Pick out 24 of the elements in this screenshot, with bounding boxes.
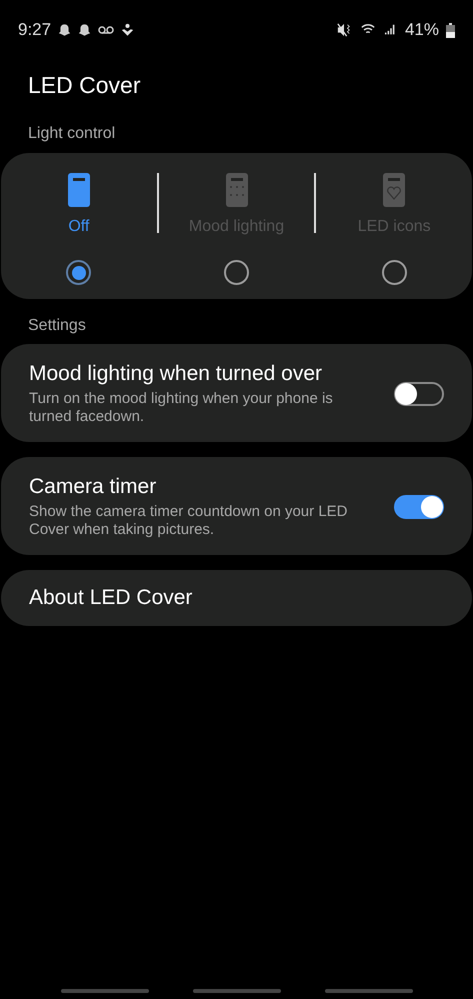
radio-button[interactable]: [382, 260, 407, 285]
ghost-icon: [78, 23, 92, 37]
toggle-switch[interactable]: [394, 495, 444, 519]
voicemail-icon: [98, 25, 114, 35]
clock-time: 9:27: [18, 20, 52, 40]
toggle-switch[interactable]: [394, 382, 444, 406]
setting-title: Mood lighting when turned over: [29, 362, 324, 386]
setting-row[interactable]: Mood lighting when turned over Turn on the mood lighting when your phone is turned facedown.: [1, 344, 472, 442]
setting-row[interactable]: Camera timer Show the camera timer countdown on your LED Cover when taking pictures.: [1, 457, 472, 555]
mute-vibrate-icon: [336, 23, 352, 37]
page-title: LED Cover: [28, 71, 142, 100]
battery-percentage: 41%: [404, 20, 439, 40]
option-label: Off: [68, 218, 90, 236]
setting-description: Show the camera timer countdown on your LED Cover when taking pictures.: [29, 503, 348, 539]
radio-button[interactable]: [224, 260, 249, 285]
about-item[interactable]: About LED Cover: [1, 570, 472, 626]
section-heading: Settings: [28, 317, 87, 335]
ghost-icon: [58, 23, 72, 37]
setting-title: Camera timer: [29, 475, 158, 499]
battery-icon: [446, 22, 455, 38]
radio-button[interactable]: [66, 260, 92, 285]
download-icon: [121, 23, 134, 37]
setting-description: Turn on the mood lighting when your phone is turned facedown.: [29, 390, 334, 426]
section-heading: Light control: [28, 125, 116, 143]
